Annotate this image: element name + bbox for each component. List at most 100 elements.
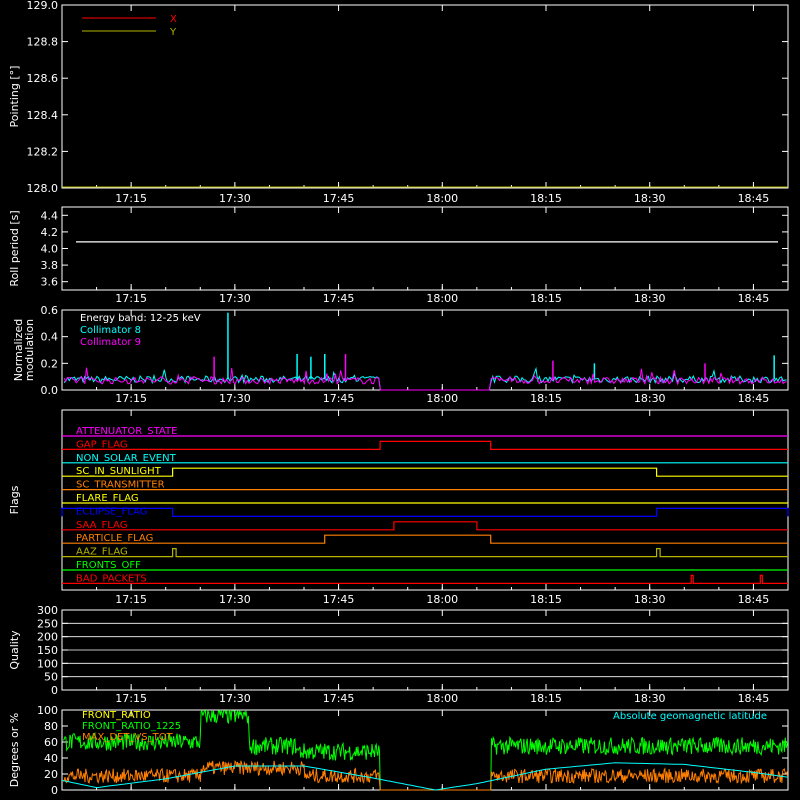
legend-label: X <box>170 14 177 25</box>
roll-xtick-label: 17:30 <box>219 292 251 305</box>
summary-figure: 17:15 17:30 17:45 18:00 18:15 18:30 18:45 128.0… <box>8 0 789 797</box>
roll-ytick-label: 3.8 <box>41 259 59 272</box>
quality-ytick-label: 0 <box>51 684 58 697</box>
modulation-xtick-label: 17:15 <box>115 392 147 405</box>
modulation-ylabel: modulation <box>23 319 36 381</box>
pointing-ytick-label: 128.2 <box>27 145 59 158</box>
flag-label: AAZ_FLAG <box>76 547 128 558</box>
roll-ytick-label: 4.4 <box>41 209 59 222</box>
quality-xtick-label: 17:15 <box>115 692 147 705</box>
flag-line-saa-flag <box>62 521 788 531</box>
flags-panel: 17:15 17:30 17:45 18:00 18:15 18:30 18:45 Flags… <box>8 409 789 606</box>
flag-label: ECLIPSE_FLAG <box>76 506 147 517</box>
flags-xtick-label: 18:00 <box>426 593 458 606</box>
quality-panel: 17:15 17:30 17:45 18:00 18:15 18:30 18:45 05010… <box>8 604 789 705</box>
modulation-legend-label: Collimator 8 <box>80 325 141 336</box>
flag-label: SAA_FLAG <box>76 520 127 531</box>
pointing-panel: 17:15 17:30 17:45 18:00 18:15 18:30 18:45 128.0… <box>8 0 789 205</box>
pointing-ylabel: Pointing [°] <box>8 66 21 128</box>
flag-label: SC_TRANSMITTER <box>76 480 165 491</box>
pointing-xtick-label: 18:15 <box>530 192 562 205</box>
pointing-ytick-label: 128.6 <box>27 72 59 85</box>
roll-ytick-label: 3.6 <box>41 276 59 289</box>
roll-ylabel: Roll period [s] <box>8 210 21 286</box>
modulation-xtick-label: 18:00 <box>426 392 458 405</box>
legend-label: Y <box>169 27 177 38</box>
flag-label: NON_SOLAR_EVENT <box>76 453 177 464</box>
quality-ytick-label: 50 <box>44 671 58 684</box>
ratios-ytick-label: 100 <box>37 704 58 717</box>
modulation-xtick-label: 18:30 <box>634 392 666 405</box>
flag-line-sc-in-sunlight <box>62 467 788 477</box>
quality-xtick-label: 18:30 <box>634 692 666 705</box>
ratios-legend-label: FRONT_RATIO_1225 <box>82 721 181 732</box>
flag-label: PARTICLE_FLAG <box>76 533 153 544</box>
roll-xtick-label: 17:45 <box>323 292 355 305</box>
flag-label: FLARE_FLAG <box>76 493 139 504</box>
ratios-ytick-label: 60 <box>44 736 58 749</box>
flag-label: SC_IN_SUNLIGHT <box>76 466 162 477</box>
modulation-series-1 <box>63 367 787 391</box>
pointing-xtick-label: 17:45 <box>323 192 355 205</box>
quality-xtick-label: 17:45 <box>323 692 355 705</box>
quality-ytick-label: 250 <box>37 617 58 630</box>
roll-xtick-label: 18:00 <box>426 292 458 305</box>
flag-label: ATTENUATOR_STATE <box>76 426 177 437</box>
pointing-ytick-label: 128.0 <box>27 182 59 195</box>
ratios-ytick-label: 0 <box>51 784 58 797</box>
ratios-ylabel: Degrees or % <box>8 713 21 787</box>
roll-ytick-label: 4.0 <box>41 243 59 256</box>
quality-ytick-label: 100 <box>37 657 58 670</box>
ratios-ytick-label: 20 <box>44 768 58 781</box>
roll-xtick-label: 18:30 <box>634 292 666 305</box>
ratios-legend-label: Absolute geomagnetic latitude <box>613 711 767 722</box>
quality-xtick-label: 18:15 <box>530 692 562 705</box>
energy-band-annotation: Energy band: 12-25 keV <box>80 313 201 324</box>
modulation-xtick-label: 18:15 <box>530 392 562 405</box>
flag-label: GAP_FLAG <box>76 439 128 450</box>
quality-xtick-label: 18:00 <box>426 692 458 705</box>
quality-ytick-label: 150 <box>37 644 58 657</box>
pointing-xtick-label: 17:30 <box>219 192 251 205</box>
roll-ytick-label: 4.2 <box>41 226 59 239</box>
modulation-xtick-label: 17:30 <box>219 392 251 405</box>
flag-label: FRONTS_OFF <box>76 560 141 571</box>
modulation-series-0 <box>63 366 787 391</box>
modulation-ytick-label: 0.4 <box>41 331 59 344</box>
roll-xtick-label: 17:15 <box>115 292 147 305</box>
flags-xtick-label: 17:45 <box>323 593 355 606</box>
flags-xtick-label: 18:30 <box>634 593 666 606</box>
roll-xtick-label: 18:15 <box>530 292 562 305</box>
pointing-xtick-label: 18:45 <box>738 192 770 205</box>
ratios-panel: 0 20 40 60 80 100 Degrees or % FRONT_RATIOFRONT… <box>8 704 789 797</box>
modulation-xtick-label: 17:45 <box>323 392 355 405</box>
ratios-legend-label: MAX_DET_VS_TOT <box>82 732 174 743</box>
flag-line-gap-flag <box>62 440 788 450</box>
flags-xtick-label: 17:15 <box>115 593 147 606</box>
flag-label: BAD_PACKETS <box>76 573 147 584</box>
flag-line-eclipse-flag <box>61 507 789 517</box>
ratios-ytick-label: 40 <box>44 752 58 765</box>
ratios-ytick-label: 80 <box>44 720 58 733</box>
quality-ytick-label: 300 <box>37 604 58 617</box>
flag-line-aaz-flag <box>62 548 788 558</box>
roll-panel: 17:15 17:30 17:45 18:00 18:15 18:30 18:45 3.6 3.… <box>8 206 789 305</box>
pointing-xtick-label: 17:15 <box>115 192 147 205</box>
modulation-legend-label: Collimator 9 <box>80 337 141 348</box>
flag-line-particle-flag <box>62 534 788 544</box>
quality-xtick-label: 18:45 <box>738 692 770 705</box>
flags-xtick-label: 18:15 <box>530 593 562 606</box>
flags-ylabel: Flags <box>8 485 21 514</box>
pointing-xtick-label: 18:30 <box>634 192 666 205</box>
quality-ytick-label: 200 <box>37 631 58 644</box>
flags-xtick-label: 18:45 <box>738 593 770 606</box>
quality-ylabel: Quality <box>8 630 21 670</box>
pointing-ytick-label: 128.4 <box>27 109 59 122</box>
roll-xtick-label: 18:45 <box>738 292 770 305</box>
modulation-ytick-label: 0.6 <box>41 304 59 317</box>
modulation-ytick-label: 0.2 <box>41 357 59 370</box>
flags-xtick-label: 17:30 <box>219 593 251 606</box>
modulation-panel: 17:15 17:30 17:45 18:00 18:15 18:30 18:45 0.0 0.… <box>12 304 789 405</box>
modulation-xtick-label: 18:45 <box>738 392 770 405</box>
pointing-xtick-label: 18:00 <box>426 192 458 205</box>
